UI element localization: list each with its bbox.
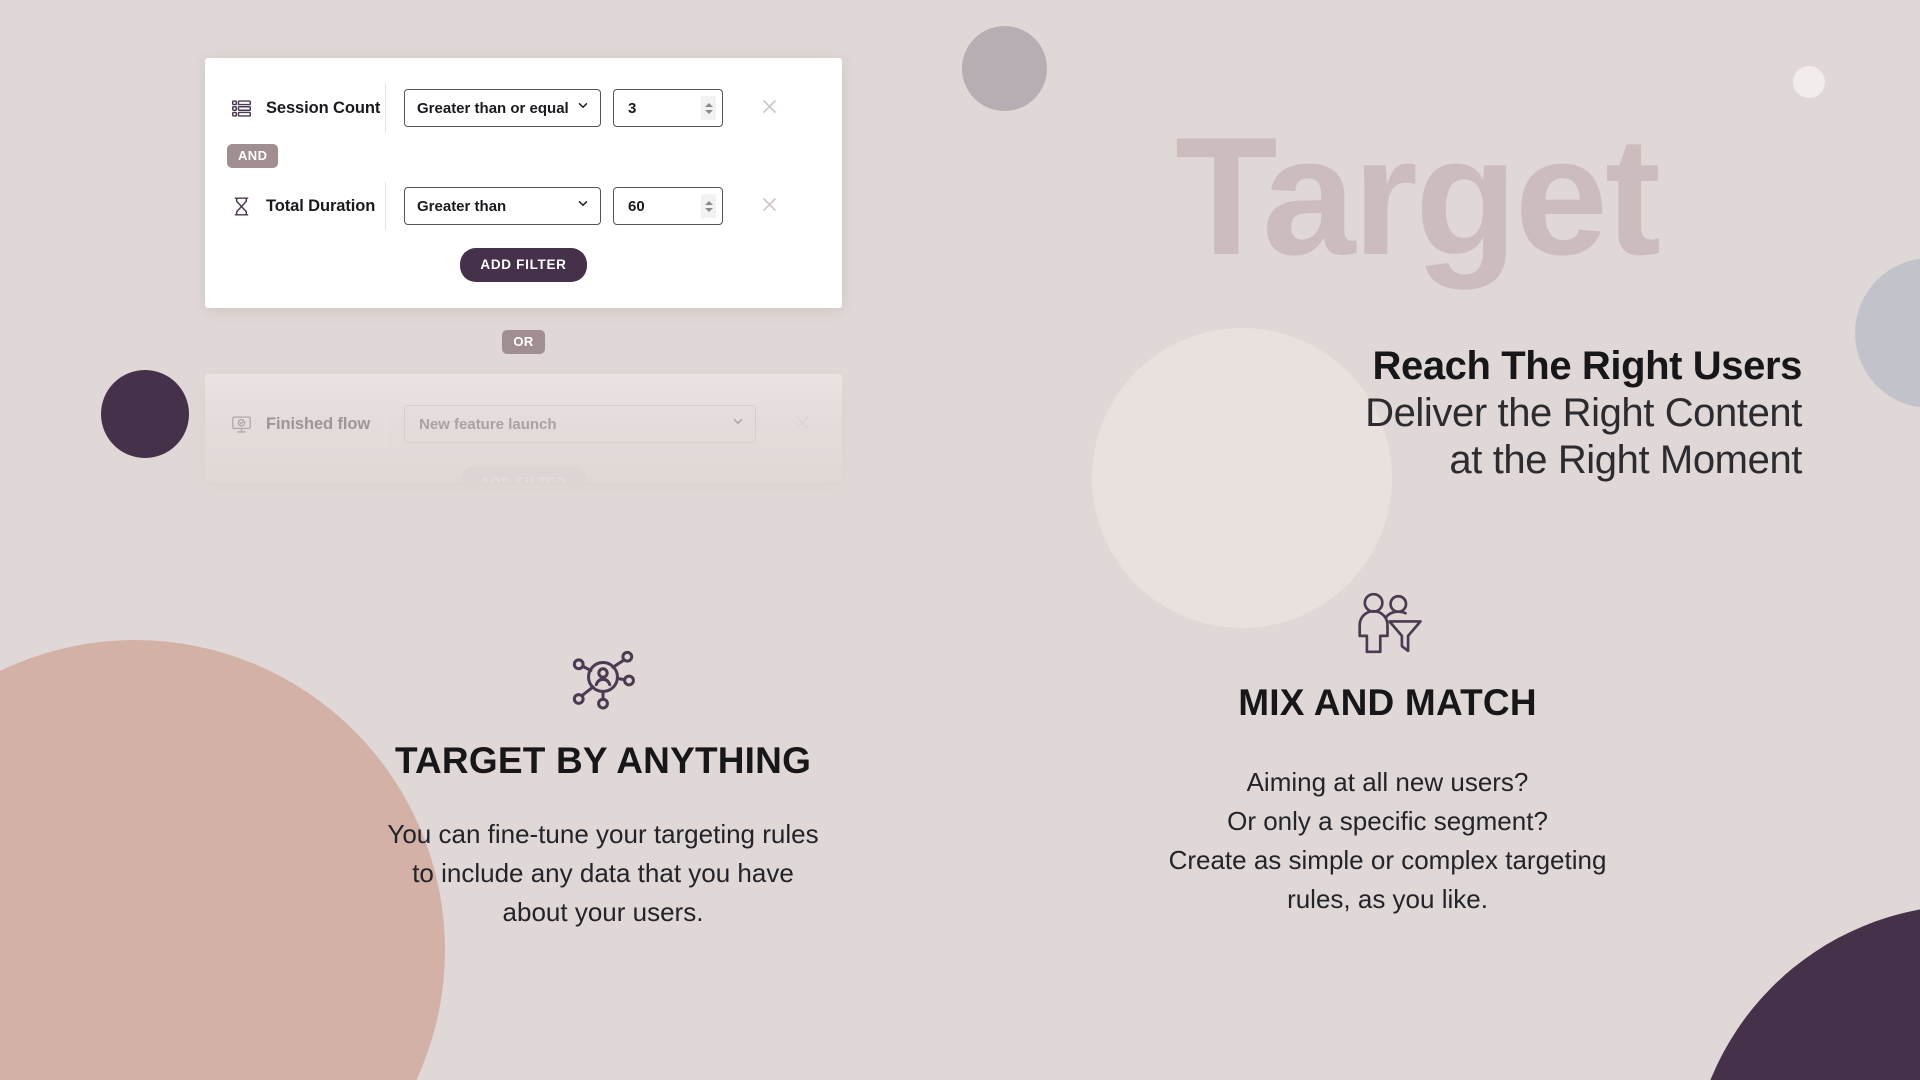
filter-attribute-total-duration: Total Duration xyxy=(231,182,386,230)
stepper-down-arrow-icon[interactable] xyxy=(704,109,713,114)
remove-filter-button-total-duration[interactable] xyxy=(756,193,782,219)
number-stepper-total-duration[interactable] xyxy=(701,194,716,218)
join-badge-or[interactable]: OR xyxy=(502,330,545,354)
feature-mix-and-match: MIX AND MATCH Aiming at all new users? O… xyxy=(1080,590,1695,918)
group-join-wrapper: OR xyxy=(205,308,842,374)
filter-attribute-label: Finished flow xyxy=(266,414,371,433)
number-stepper-session-count[interactable] xyxy=(701,96,716,120)
filter-row-session-count: Session Count Greater than or equal to xyxy=(205,84,842,132)
filter-builder: Session Count Greater than or equal to 3… xyxy=(205,58,842,482)
stepper-up-arrow-icon[interactable] xyxy=(704,200,713,205)
filter-group-card-faded: Finished flow New feature launch ADD FIL… xyxy=(205,374,842,482)
flow-select-wrapper: New feature launch xyxy=(386,405,756,443)
headline-line-1: Reach The Right Users xyxy=(1372,344,1803,388)
join-badge-wrapper: AND xyxy=(205,132,842,182)
add-filter-wrapper: ADD FILTER xyxy=(205,230,842,282)
filter-row-total-duration: Total Duration Greater than xyxy=(205,182,842,230)
feature-body-line: Aiming at all new users? xyxy=(1246,767,1529,797)
headline-line-2: Deliver the Right Content xyxy=(1365,391,1802,436)
headline-line-3: at the Right Moment xyxy=(1449,438,1802,483)
hourglass-icon xyxy=(231,196,252,217)
hero-headline: Reach The Right Users Deliver the Right … xyxy=(1365,343,1802,485)
remove-filter-button-finished-flow[interactable] xyxy=(789,411,815,437)
join-badge-and[interactable]: AND xyxy=(227,144,279,168)
filter-attribute-finished-flow: Finished flow xyxy=(231,400,386,448)
filter-row-finished-flow: Finished flow New feature launch xyxy=(205,400,842,448)
stepper-up-arrow-icon[interactable] xyxy=(704,102,713,107)
monitor-check-icon xyxy=(231,414,252,435)
filter-attribute-label: Total Duration xyxy=(266,196,376,215)
background-watermark-text: Target xyxy=(1175,102,1661,290)
feature-target-by-anything: TARGET BY ANYTHING You can fine-tune you… xyxy=(303,640,903,931)
decorative-circle-gray xyxy=(962,26,1047,111)
filter-attribute-label: Session Count xyxy=(266,98,381,117)
filter-group-card: Session Count Greater than or equal to 3… xyxy=(205,58,842,308)
decorative-circle-blue-gray xyxy=(1855,258,1920,408)
feature-body-line: to include any data that you have xyxy=(412,857,794,888)
operator-select-wrapper: Greater than or equal to xyxy=(386,89,601,127)
flow-select-finished-flow[interactable]: New feature launch xyxy=(404,405,756,443)
feature-body: You can fine-tune your targeting rules t… xyxy=(303,816,903,931)
value-stepper-wrapper xyxy=(613,187,723,225)
decorative-circle-light xyxy=(1092,328,1392,628)
feature-body: Aiming at all new users? Or only a speci… xyxy=(1080,764,1695,918)
filter-attribute-session-count: Session Count xyxy=(231,84,386,132)
feature-title: TARGET BY ANYTHING xyxy=(394,740,812,781)
value-stepper-wrapper xyxy=(613,89,723,127)
close-icon xyxy=(760,97,779,119)
decorative-circle-white xyxy=(1793,66,1825,98)
operator-select-session-count[interactable]: Greater than or equal to xyxy=(404,89,601,127)
feature-body-line: rules, as you like. xyxy=(1287,883,1488,914)
list-icon xyxy=(231,98,252,119)
add-filter-button-faded[interactable]: ADD FILTER xyxy=(460,466,587,482)
users-funnel-icon xyxy=(1080,590,1695,656)
network-user-icon xyxy=(303,640,903,714)
decorative-circle-purple-large xyxy=(1690,905,1920,1080)
operator-select-total-duration[interactable]: Greater than xyxy=(404,187,601,225)
close-icon xyxy=(793,413,812,435)
remove-filter-button-session-count[interactable] xyxy=(756,95,782,121)
stepper-down-arrow-icon[interactable] xyxy=(704,207,713,212)
operator-select-wrapper: Greater than xyxy=(386,187,601,225)
add-filter-button[interactable]: ADD FILTER xyxy=(460,248,587,282)
decorative-circle-purple-small xyxy=(101,370,189,458)
feature-body-line: about your users. xyxy=(502,896,704,927)
feature-body-line: Create as simple or complex targeting xyxy=(1168,844,1607,875)
add-filter-wrapper-faded: ADD FILTER xyxy=(205,448,842,482)
feature-body-line: Or only a specific segment? xyxy=(1227,805,1548,836)
feature-title: MIX AND MATCH xyxy=(1238,682,1537,723)
feature-body-line: You can fine-tune your targeting rules xyxy=(387,819,819,849)
close-icon xyxy=(760,195,779,217)
